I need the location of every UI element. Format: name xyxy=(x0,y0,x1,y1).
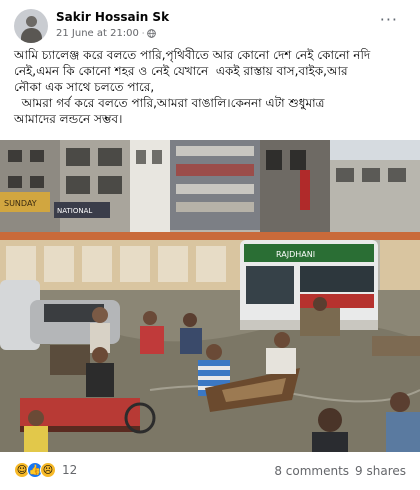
more-options-icon[interactable]: ··· xyxy=(380,10,398,29)
post-date[interactable]: 21 June at 21:00 xyxy=(56,28,139,39)
reaction-summary[interactable]: ☺ 👍 ☹ 12 xyxy=(14,462,77,478)
post-text-line: আমি চ্যালেঞ্জ করে বলতে পারি,পৃথিবীতে আর … xyxy=(14,48,371,62)
facebook-post-card: Sakir Hossain Sk 21 June at 21:00 · ··· … xyxy=(0,0,420,490)
post-meta: 21 June at 21:00 · xyxy=(56,28,157,39)
post-footer: ☺ 👍 ☹ 12 8 comments 9 shares xyxy=(0,452,420,490)
post-text-line: আমাদের লন্ডনে সম্ভব। xyxy=(14,112,123,126)
author-name[interactable]: Sakir Hossain Sk xyxy=(56,10,169,24)
comments-count[interactable]: 8 comments xyxy=(274,464,349,478)
engagement-counts: 8 comments 9 shares xyxy=(274,464,406,478)
author-avatar[interactable] xyxy=(14,9,48,43)
bus-header-text: RAJDHANI xyxy=(276,250,315,259)
post-text-line: নেই,এমন কি কোনো শহর ও নেই যেখানে একই রাস… xyxy=(14,64,348,78)
post-photo[interactable]: SUNDAY NATIONAL RAJDHANI xyxy=(0,140,420,452)
meta-separator: · xyxy=(141,29,145,38)
post-text-line: আমরা গর্ব করে বলতে পারি,আমরা বাঙালি।কেনন… xyxy=(14,96,325,110)
shares-count[interactable]: 9 shares xyxy=(355,464,406,478)
globe-icon xyxy=(147,29,157,38)
sad-icon: ☹ xyxy=(40,462,56,478)
reaction-count[interactable]: 12 xyxy=(62,463,77,477)
post-header: Sakir Hossain Sk 21 June at 21:00 · ··· xyxy=(0,0,420,46)
post-text: আমি চ্যালেঞ্জ করে বলতে পারি,পৃথিবীতে আর … xyxy=(14,47,410,127)
post-text-line: নৌকা এক সাথে চলতে পারে, xyxy=(14,80,155,94)
sign-text: SUNDAY xyxy=(4,199,37,208)
flooded-street-photo: SUNDAY NATIONAL RAJDHANI xyxy=(0,140,420,452)
sign-text: NATIONAL xyxy=(57,207,92,215)
